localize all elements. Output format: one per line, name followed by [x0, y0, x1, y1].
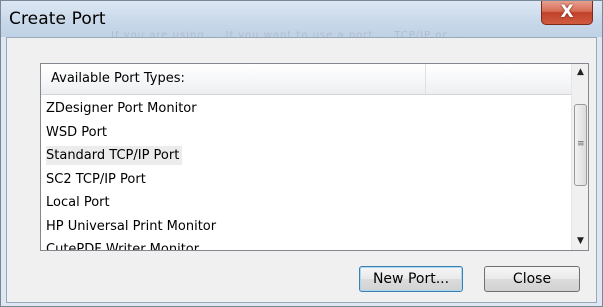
column-header-empty	[426, 64, 571, 94]
list-item[interactable]: ZDesigner Port Monitor	[41, 97, 571, 121]
vertical-scrollbar[interactable]: ▲ ≡ ▼	[571, 64, 588, 250]
list-item[interactable]: Local Port	[41, 191, 571, 215]
close-button[interactable]: Close	[484, 266, 580, 292]
title-bar[interactable]: Create Port If you are using ... If you …	[1, 1, 602, 41]
list-item-label: SC2 TCP/IP Port	[46, 171, 146, 187]
list-item-selected[interactable]: Standard TCP/IP Port	[41, 144, 571, 168]
chevron-down-icon[interactable]: ▼	[572, 233, 588, 250]
list-item-label: WSD Port	[46, 124, 108, 140]
list-item[interactable]: CutePDF Writer Monitor	[41, 238, 571, 251]
list-item-label: CutePDF Writer Monitor	[46, 242, 200, 251]
list-item[interactable]: SC2 TCP/IP Port	[41, 168, 571, 192]
new-port-button[interactable]: New Port...	[359, 266, 463, 292]
list-items: ZDesigner Port Monitor WSD Port Standard…	[41, 97, 571, 251]
chevron-up-icon[interactable]: ▲	[572, 64, 588, 81]
list-item[interactable]: WSD Port	[41, 121, 571, 145]
list-header: Available Port Types:	[41, 64, 571, 95]
close-window-button[interactable]: X	[541, 1, 593, 25]
port-types-list[interactable]: Available Port Types: ZDesigner Port Mon…	[40, 63, 589, 251]
list-item-label: Local Port	[46, 195, 110, 210]
close-icon: X	[560, 2, 574, 22]
grip-icon: ≡	[577, 139, 585, 149]
list-item-label: ZDesigner Port Monitor	[46, 101, 197, 116]
scrollbar-thumb[interactable]: ≡	[574, 104, 587, 186]
list-item-label: Standard TCP/IP Port	[46, 146, 183, 165]
column-header-available-port-types[interactable]: Available Port Types:	[41, 64, 426, 94]
dialog-body: Available Port Types: ZDesigner Port Mon…	[6, 37, 597, 303]
list-item-label: HP Universal Print Monitor	[46, 218, 217, 234]
list-item[interactable]: HP Universal Print Monitor	[41, 215, 571, 239]
create-port-dialog: Create Port If you are using ... If you …	[0, 0, 603, 307]
window-title: Create Port	[9, 9, 106, 29]
